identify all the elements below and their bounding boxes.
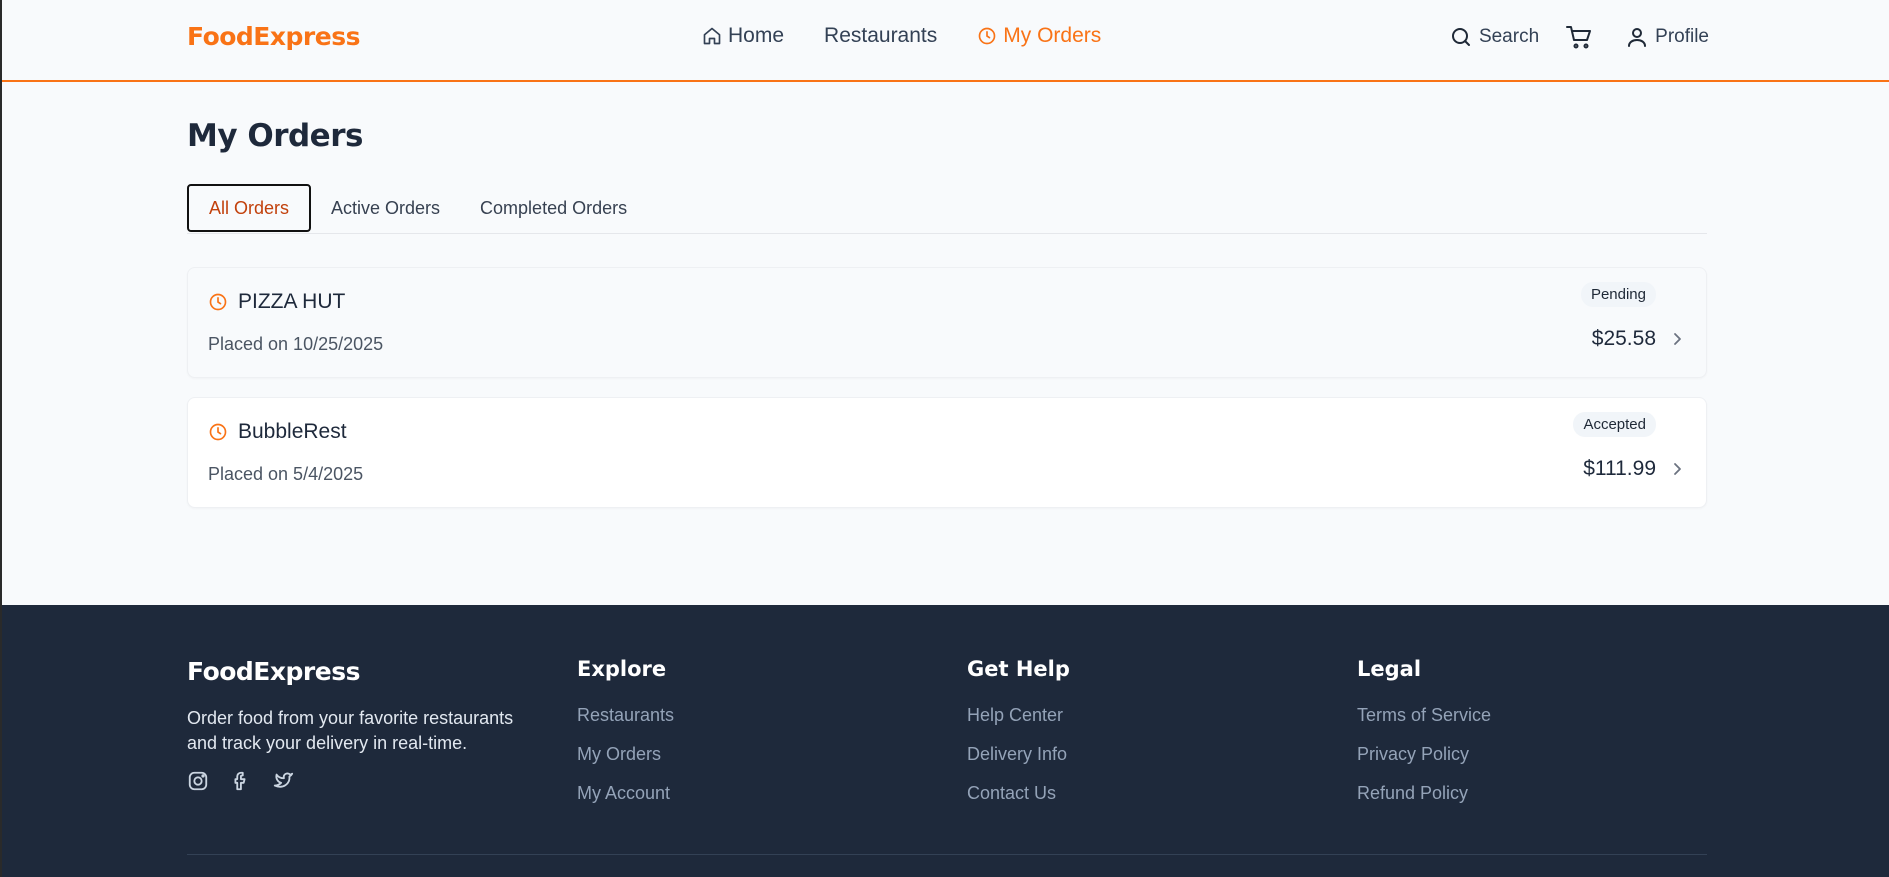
footer-heading: Get Help [967,657,1070,681]
status-badge: Accepted [1573,412,1656,437]
order-tabs: All Orders Active Orders Completed Order… [187,184,1707,234]
footer-link-contact-us[interactable]: Contact Us [967,783,1070,804]
footer-heading: Legal [1357,657,1422,681]
order-card[interactable]: BubbleRest Placed on 5/4/2025 Accepted $… [187,397,1707,508]
footer-divider [187,854,1707,855]
footer-link-delivery-info[interactable]: Delivery Info [967,744,1070,765]
profile-button[interactable]: Profile [1625,25,1709,49]
page-title: My Orders [187,118,363,154]
home-icon [703,27,721,45]
nav-restaurants[interactable]: Restaurants [824,24,937,48]
footer-link-privacy[interactable]: Privacy Policy [1357,744,1491,765]
footer-link-restaurants[interactable]: Restaurants [577,705,674,726]
footer-link-terms[interactable]: Terms of Service [1357,705,1491,726]
status-badge: Pending [1580,282,1656,307]
chevron-right-icon[interactable] [1670,332,1684,346]
cart-button[interactable] [1565,24,1599,50]
search-label: Search [1478,26,1540,47]
chevron-right-icon[interactable] [1670,462,1684,476]
order-restaurant-name: PIZZA HUT [238,290,346,313]
footer-link-help-center[interactable]: Help Center [967,705,1070,726]
nav-home-label: Home [728,24,785,47]
header-actions: Search Profile [1423,24,1709,50]
order-restaurant: PIZZA HUT [208,290,345,314]
main-nav: Home Restaurants My Orders [702,24,1141,48]
orders-list: PIZZA HUT Placed on 10/25/2025 Pending $… [187,267,1707,508]
footer-link-my-account[interactable]: My Account [577,783,674,804]
order-total: $111.99 [1583,457,1656,480]
search-icon [1451,28,1470,46]
footer-about: FoodExpress Order food from your favorit… [187,657,547,797]
clock-icon [978,27,996,45]
top-header: FoodExpress Home Restaurants My Orders S… [2,0,1889,82]
footer-heading: Explore [577,657,667,681]
nav-home[interactable]: Home [702,24,784,48]
footer-link-my-orders[interactable]: My Orders [577,744,674,765]
nav-restaurants-label: Restaurants [824,24,938,47]
tab-all-orders[interactable]: All Orders [187,184,312,232]
clock-icon [209,423,227,441]
order-restaurant-name: BubbleRest [238,420,347,443]
footer-col-legal: Legal Terms of Service Privacy Policy Re… [1357,657,1491,804]
twitter-icon[interactable] [271,770,295,797]
user-icon [1628,28,1647,47]
main-content: My Orders All Orders Active Orders Compl… [2,118,1889,508]
cart-icon [1566,26,1592,49]
clock-icon [209,293,227,311]
footer-brand: FoodExpress [187,657,360,686]
nav-my-orders[interactable]: My Orders [977,24,1101,48]
footer-col-explore: Explore Restaurants My Orders My Account [577,657,674,804]
tab-active-orders[interactable]: Active Orders [311,184,460,232]
order-date: Placed on 5/4/2025 [208,464,364,484]
order-total: $25.58 [1591,327,1656,350]
facebook-icon[interactable] [229,770,251,797]
order-restaurant: BubbleRest [208,420,347,444]
nav-my-orders-label: My Orders [1003,24,1102,47]
profile-label: Profile [1655,26,1709,47]
search-button[interactable]: Search [1449,25,1539,49]
footer-link-refund[interactable]: Refund Policy [1357,783,1491,804]
footer-description: Order food from your favorite restaurant… [187,708,514,753]
brand-logo[interactable]: FoodExpress [187,22,360,51]
tab-completed-orders[interactable]: Completed Orders [460,184,647,232]
site-footer: FoodExpress Order food from your favorit… [2,605,1889,877]
order-date: Placed on 10/25/2025 [208,334,384,354]
order-card[interactable]: PIZZA HUT Placed on 10/25/2025 Pending $… [187,267,1707,378]
social-links [187,770,547,797]
instagram-icon[interactable] [187,770,209,797]
footer-col-help: Get Help Help Center Delivery Info Conta… [967,657,1070,804]
